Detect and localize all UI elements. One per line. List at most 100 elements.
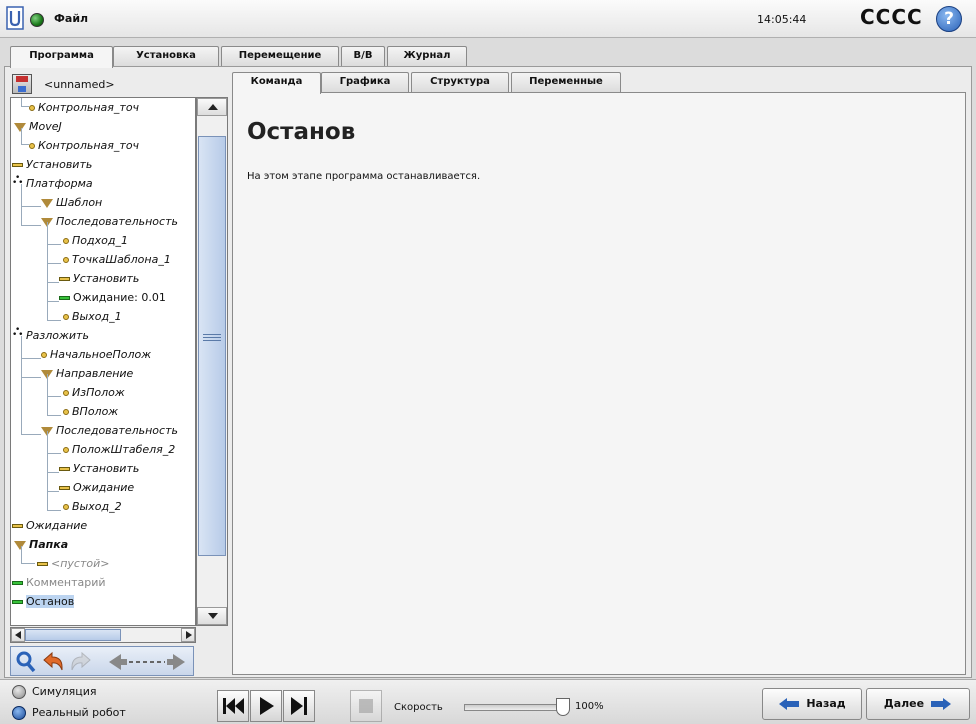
tab-log[interactable]: Журнал bbox=[387, 46, 467, 66]
file-menu[interactable]: Файл bbox=[54, 12, 88, 25]
comment-icon bbox=[12, 581, 23, 585]
step-forward-icon bbox=[291, 697, 307, 715]
arrow-left-icon bbox=[15, 631, 21, 639]
tree-vertical-scrollbar[interactable] bbox=[196, 97, 228, 626]
tree-node[interactable]: ВПолож bbox=[63, 402, 118, 421]
tree-node[interactable]: Установить bbox=[59, 269, 139, 288]
tree-node[interactable]: Последовательность bbox=[41, 421, 178, 440]
waypoint-icon bbox=[63, 504, 69, 510]
wait-icon bbox=[12, 524, 23, 528]
arrow-left-icon bbox=[779, 698, 800, 710]
stop-icon bbox=[359, 699, 373, 713]
tree-node[interactable]: ТочкаШаблона_1 bbox=[63, 250, 171, 269]
scroll-up-button[interactable] bbox=[197, 98, 227, 116]
program-header: <unnamed> bbox=[10, 72, 224, 96]
tree-node[interactable]: ПоложШтабеля_2 bbox=[63, 440, 175, 459]
tab-installation[interactable]: Установка bbox=[113, 46, 219, 66]
tree-horizontal-scrollbar[interactable] bbox=[10, 627, 196, 643]
tree-node[interactable]: Ожидание bbox=[12, 516, 87, 535]
tab-move[interactable]: Перемещение bbox=[221, 46, 339, 66]
waypoint-icon bbox=[63, 409, 69, 415]
rewind-button[interactable] bbox=[217, 690, 249, 722]
play-icon bbox=[260, 697, 274, 715]
tree-node[interactable]: Установить bbox=[59, 459, 139, 478]
speed-slider[interactable] bbox=[464, 698, 570, 716]
scroll-right-button[interactable] bbox=[181, 628, 195, 642]
waypoint-icon bbox=[29, 105, 35, 111]
tab-structure[interactable]: Структура bbox=[411, 72, 509, 92]
waypoint-icon bbox=[63, 314, 69, 320]
step-button[interactable] bbox=[283, 690, 315, 722]
tree-node[interactable]: Ожидание: 0.01 bbox=[59, 288, 166, 307]
tab-variables[interactable]: Переменные bbox=[511, 72, 621, 92]
tree-node[interactable]: НачальноеПолож bbox=[41, 345, 151, 364]
tab-io[interactable]: В/В bbox=[341, 46, 385, 66]
next-button[interactable]: Далее bbox=[866, 688, 970, 720]
program-name: <unnamed> bbox=[44, 78, 115, 91]
tree-node[interactable]: Ожидание bbox=[59, 478, 134, 497]
robot-name: CCCC bbox=[860, 5, 923, 29]
simulation-radio-icon bbox=[12, 685, 26, 699]
back-button[interactable]: Назад bbox=[762, 688, 862, 720]
arrow-down-icon bbox=[208, 613, 218, 619]
waypoint-icon bbox=[63, 447, 69, 453]
set-icon bbox=[12, 163, 23, 167]
tab-command[interactable]: Команда bbox=[232, 72, 321, 94]
tab-graphics[interactable]: Графика bbox=[321, 72, 409, 92]
tree-node[interactable]: Установить bbox=[12, 155, 92, 174]
arrow-right-icon bbox=[931, 698, 952, 710]
set-icon bbox=[59, 467, 70, 471]
tree-node[interactable]: Контрольная_точ bbox=[29, 98, 139, 117]
search-icon[interactable] bbox=[15, 650, 37, 674]
help-button[interactable]: ? bbox=[936, 6, 962, 32]
tree-node[interactable]: Контрольная_точ bbox=[29, 136, 139, 155]
status-globe-icon bbox=[30, 13, 44, 27]
speed-label: Скорость bbox=[394, 702, 443, 713]
speed-value: 100% bbox=[575, 701, 604, 712]
scroll-down-button[interactable] bbox=[197, 607, 227, 625]
clock: 14:05:44 bbox=[757, 13, 807, 26]
redo-icon[interactable] bbox=[69, 650, 93, 674]
tree-node-selected[interactable]: Останов bbox=[12, 592, 75, 611]
stop-button[interactable] bbox=[350, 690, 382, 722]
program-tree[interactable]: Контрольная_точ MoveJ Контрольная_точ Ус… bbox=[10, 97, 196, 626]
pattern-icon bbox=[41, 198, 53, 208]
tree-node[interactable]: Выход_1 bbox=[63, 307, 122, 326]
waypoint-icon bbox=[41, 352, 47, 358]
halt-icon bbox=[12, 600, 23, 604]
tree-node[interactable]: <пустой> bbox=[37, 554, 109, 573]
tab-program[interactable]: Программа bbox=[10, 46, 113, 68]
tree-node[interactable]: Комментарий bbox=[12, 573, 106, 592]
ur-logo-icon bbox=[6, 6, 24, 30]
waypoint-icon bbox=[63, 238, 69, 244]
simulation-option[interactable]: Симуляция bbox=[12, 683, 97, 701]
hscroll-thumb[interactable] bbox=[25, 629, 121, 641]
tree-node[interactable]: Последовательность bbox=[41, 212, 178, 231]
tree-node[interactable]: Подход_1 bbox=[63, 231, 128, 250]
waypoint-icon bbox=[29, 143, 35, 149]
tree-toolbar bbox=[10, 646, 194, 676]
skip-back-icon bbox=[223, 698, 244, 714]
command-title: Останов bbox=[247, 119, 356, 145]
bottom-bar: Симуляция Реальный робот Скорость 100% Н… bbox=[0, 679, 976, 724]
arrow-right-icon bbox=[186, 631, 192, 639]
undo-icon[interactable] bbox=[41, 650, 65, 674]
real-robot-radio-icon bbox=[12, 706, 26, 720]
command-description: На этом этапе программа останавливается. bbox=[247, 171, 481, 182]
real-robot-option[interactable]: Реальный робот bbox=[12, 704, 126, 722]
arrow-up-icon bbox=[208, 104, 218, 110]
tree-node[interactable]: Выход_2 bbox=[63, 497, 122, 516]
speed-slider-knob[interactable] bbox=[556, 698, 570, 716]
empty-icon bbox=[37, 562, 48, 566]
tree-node[interactable]: ИзПолож bbox=[63, 383, 125, 402]
waypoint-icon bbox=[63, 257, 69, 263]
tree-node[interactable]: Шаблон bbox=[41, 193, 102, 212]
scroll-left-button[interactable] bbox=[11, 628, 25, 642]
play-button[interactable] bbox=[250, 690, 282, 722]
move-node-icon[interactable] bbox=[107, 650, 187, 674]
set-icon bbox=[59, 277, 70, 281]
scroll-thumb[interactable] bbox=[198, 136, 226, 556]
waypoint-icon bbox=[63, 390, 69, 396]
save-program-icon[interactable] bbox=[12, 74, 32, 94]
command-panel: Останов На этом этапе программа останавл… bbox=[232, 92, 966, 675]
